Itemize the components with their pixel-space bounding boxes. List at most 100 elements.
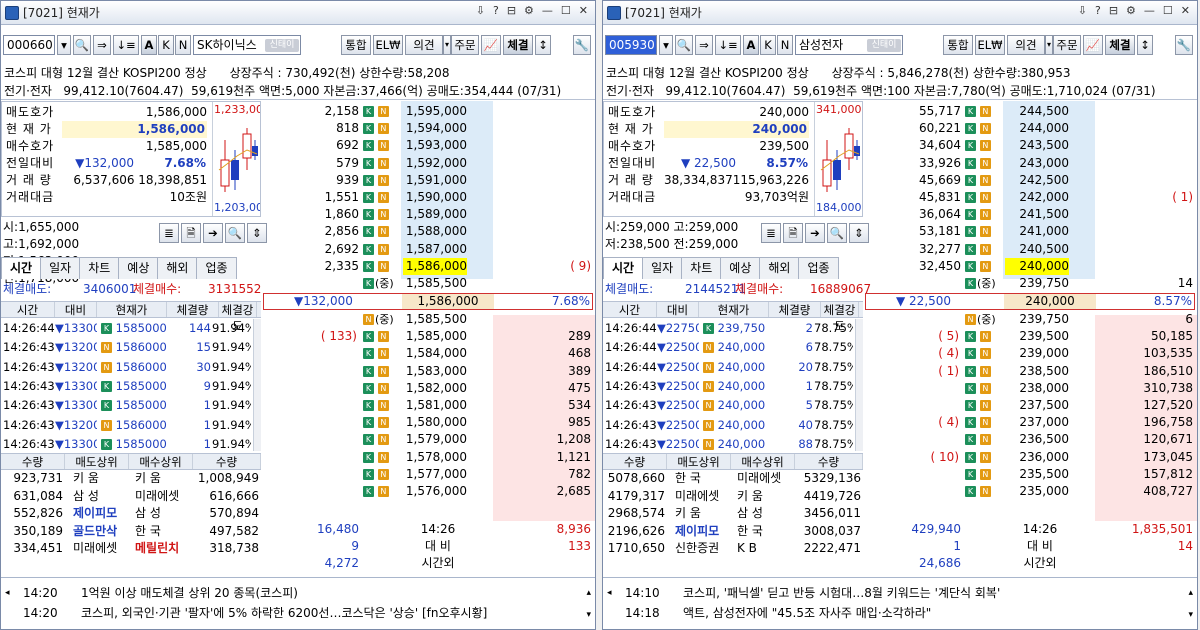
link-icon[interactable]: ⊟ xyxy=(1107,4,1121,17)
ask-row[interactable]: 32,277 K N 240,500 xyxy=(865,241,1195,258)
ask-row[interactable]: 2,335 K N 1,586,000 ( 9) xyxy=(263,257,593,275)
news-item[interactable]: 14:10 코스피, '패닉셀' 딛고 반등 시험대…8월 키워드는 '계단식 … xyxy=(603,584,1197,603)
sort-icon[interactable]: ↓≡ xyxy=(113,35,139,55)
tab-1[interactable]: 일자 xyxy=(642,257,683,279)
stock-code-input[interactable]: 005930 xyxy=(605,35,657,55)
bid-row[interactable]: ( 1) K N 238,500 186,510 xyxy=(865,363,1195,380)
close-icon[interactable]: ✕ xyxy=(577,4,591,17)
opinion-dropdown-icon[interactable]: ▾ xyxy=(443,35,451,55)
tools-icon[interactable]: 🔧 xyxy=(573,35,591,55)
search-icon[interactable]: 🔍 xyxy=(73,35,91,55)
help-icon[interactable]: ? xyxy=(1093,4,1104,17)
ask-row[interactable]: 939 K N 1,591,000 xyxy=(263,172,593,189)
news-item[interactable]: 14:18 액트, 삼성전자에 "45.5조 자사주 매입·소각하라" xyxy=(603,604,1197,623)
panel-tool-icon[interactable]: 🗎 xyxy=(181,223,201,243)
bid-row[interactable]: K N 1,577,000 782 xyxy=(263,466,593,483)
tab-0[interactable]: 시간 xyxy=(1,257,42,279)
stock-name-field[interactable]: SK하이닉스 신태이 xyxy=(193,35,301,55)
ask-row[interactable]: 692 K N 1,593,000 xyxy=(263,137,593,154)
ask-row[interactable]: 1,860 K N 1,589,000 xyxy=(263,206,593,223)
buy-broker[interactable]: 키 움 xyxy=(135,470,195,487)
news-scroll-up-icon[interactable]: ▴ xyxy=(1188,588,1193,598)
sell-broker[interactable]: 키 움 xyxy=(675,505,735,522)
link-icon[interactable]: ⊟ xyxy=(505,4,519,17)
bid-row[interactable]: ( 4) K N 237,000 196,758 xyxy=(865,414,1195,431)
tick-col-header[interactable]: 현재가 xyxy=(97,302,167,317)
sell-broker[interactable]: 제이피모 xyxy=(675,523,735,540)
tick-scrollbar[interactable] xyxy=(855,319,863,451)
bid-row[interactable]: K N 235,000 408,727 xyxy=(865,483,1195,500)
title-bar[interactable]: [7021] 현재가 ⇩ ? ⊟ ⚙ — ☐ ✕ xyxy=(603,1,1197,25)
tick-col-header[interactable]: 체결량 xyxy=(769,302,821,317)
panel-tool-icon[interactable]: ➔ xyxy=(203,223,223,243)
toolbar-button-1[interactable]: EL₩ xyxy=(373,35,403,55)
ask-row[interactable]: 34,604 K N 243,500 xyxy=(865,137,1195,154)
tick-col-header[interactable]: 대비 xyxy=(55,302,97,317)
tick-col-header[interactable]: 시간 xyxy=(603,302,657,317)
panel-tool-icon[interactable]: ≣ xyxy=(159,223,179,243)
filter-a-button[interactable]: A xyxy=(141,35,157,55)
filter-k-button[interactable]: K xyxy=(760,35,776,55)
ask-row[interactable]: 818 K N 1,594,000 xyxy=(263,120,593,137)
bid-row[interactable]: ( 4) K N 239,000 103,535 xyxy=(865,345,1195,362)
sell-broker[interactable]: 골드만삭 xyxy=(73,523,133,540)
settings-icon[interactable]: ⚙ xyxy=(522,4,537,17)
bid-row[interactable]: K N 1,579,000 1,208 xyxy=(263,431,593,448)
news-scroll-left-icon[interactable]: ◂ xyxy=(607,588,612,598)
tab-0[interactable]: 시간 xyxy=(603,257,644,279)
sell-broker[interactable]: 제이피모 xyxy=(73,505,133,522)
toolbar-button-4[interactable]: 체결 xyxy=(1105,35,1135,55)
bid-row[interactable]: K N 1,582,000 475 xyxy=(263,380,593,397)
ask-row[interactable]: 45,831 K N 242,000 ( 1) xyxy=(865,189,1195,206)
panel-tool-icon[interactable]: 🔍 xyxy=(827,223,847,243)
buy-broker[interactable]: 키 움 xyxy=(737,488,797,505)
tick-col-header[interactable]: 체결량 xyxy=(167,302,219,317)
pin-icon[interactable]: ⇩ xyxy=(1076,4,1090,17)
bid-row[interactable]: K N 1,581,000 534 xyxy=(263,397,593,414)
filter-n-button[interactable]: N xyxy=(777,35,793,55)
bid-row[interactable]: K N 1,584,000 468 xyxy=(263,345,593,362)
close-icon[interactable]: ✕ xyxy=(1179,4,1193,17)
news-item[interactable]: 14:20 코스피, 외국인·기관 '팔자'에 5% 하락한 6200선…코스닥… xyxy=(1,604,595,623)
sell-broker[interactable]: 미래에셋 xyxy=(675,488,735,505)
buy-broker[interactable]: 삼 성 xyxy=(737,505,797,522)
filter-n-button[interactable]: N xyxy=(175,35,191,55)
minimize-icon[interactable]: — xyxy=(1142,4,1158,17)
pin-icon[interactable]: ⇩ xyxy=(474,4,488,17)
bid-row[interactable]: ( 133) K N 1,585,000 289 xyxy=(263,328,593,345)
ask-row[interactable]: 36,064 K N 241,500 xyxy=(865,206,1195,223)
export-icon[interactable]: ⇒ xyxy=(695,35,713,55)
tab-5[interactable]: 업종 xyxy=(196,257,237,279)
settings-icon[interactable]: ⚙ xyxy=(1124,4,1139,17)
sort-icon[interactable]: ↓≡ xyxy=(715,35,741,55)
chart-icon[interactable]: 📈 xyxy=(1083,35,1103,55)
tab-4[interactable]: 해외 xyxy=(157,257,198,279)
news-scroll-down-icon[interactable]: ▾ xyxy=(1188,610,1193,620)
toolbar-button-4[interactable]: 체결 xyxy=(503,35,533,55)
bid-row[interactable]: ( 10) K N 236,000 173,045 xyxy=(865,449,1195,466)
tab-5[interactable]: 업종 xyxy=(798,257,839,279)
title-bar[interactable]: [7021] 현재가 ⇩ ? ⊟ ⚙ — ☐ ✕ xyxy=(1,1,595,25)
toolbar-button-3[interactable]: 주문 xyxy=(1053,35,1081,55)
ask-row[interactable]: 45,669 K N 242,500 xyxy=(865,172,1195,189)
sell-broker[interactable]: 한 국 xyxy=(675,470,735,487)
tab-2[interactable]: 차트 xyxy=(79,257,120,279)
tab-2[interactable]: 차트 xyxy=(681,257,722,279)
code-dropdown-icon[interactable]: ▾ xyxy=(57,35,71,55)
bid-row[interactable]: K N 1,576,000 2,685 xyxy=(263,483,593,500)
toolbar-button-3[interactable]: 주문 xyxy=(451,35,479,55)
toolbar-button-0[interactable]: 통합 xyxy=(943,35,973,55)
ask-row[interactable]: 2,856 K N 1,588,000 xyxy=(263,223,593,240)
news-scroll-up-icon[interactable]: ▴ xyxy=(586,588,591,598)
tab-1[interactable]: 일자 xyxy=(40,257,81,279)
buy-broker[interactable]: 한 국 xyxy=(737,523,797,540)
maximize-icon[interactable]: ☐ xyxy=(1161,4,1176,17)
updown-icon[interactable]: ↕ xyxy=(1137,35,1153,55)
ask-row[interactable]: 32,450 K N 240,000 xyxy=(865,257,1195,275)
updown-icon[interactable]: ↕ xyxy=(535,35,551,55)
minimize-icon[interactable]: — xyxy=(540,4,556,17)
sell-broker[interactable]: 신한증권 xyxy=(675,540,735,557)
bid-row[interactable]: K N 1,583,000 389 xyxy=(263,363,593,380)
ask-row[interactable]: 579 K N 1,592,000 xyxy=(263,155,593,172)
stock-code-input[interactable]: 000660 xyxy=(3,35,55,55)
